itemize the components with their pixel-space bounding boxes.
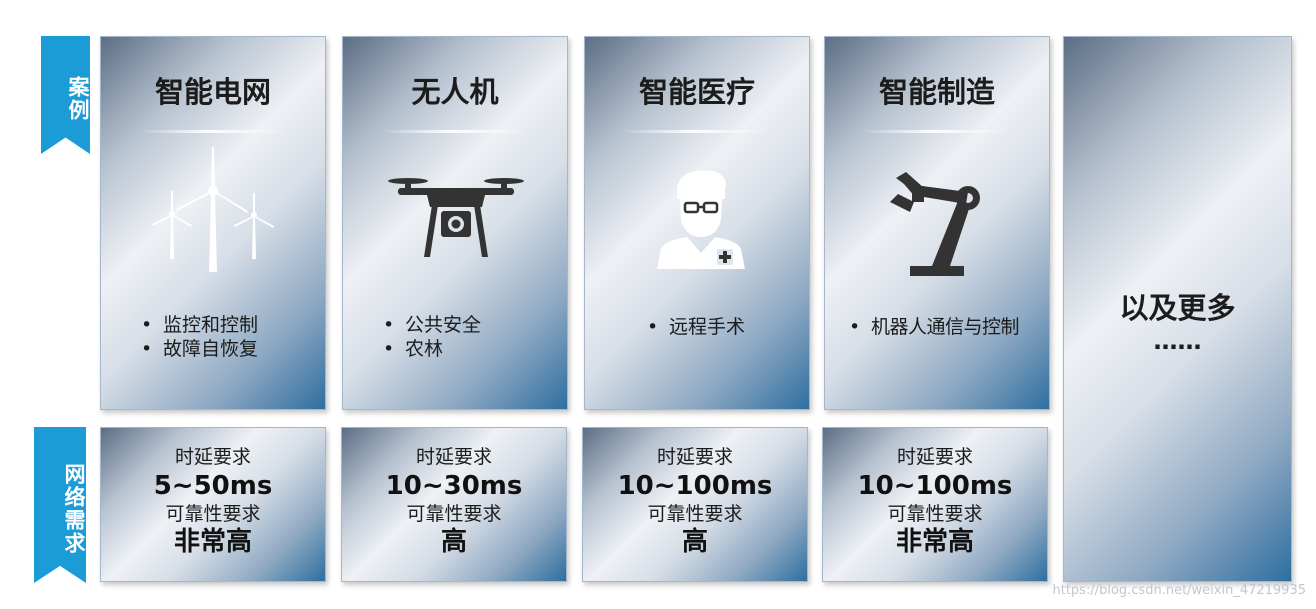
reliability-value: 高 [440, 527, 467, 557]
title-divider [623, 130, 771, 133]
latency-label: 时延要求 [656, 446, 733, 468]
case-card-drone: 无人机 公共安全 农林 [342, 36, 568, 410]
latency-value: 10~30ms [385, 471, 523, 501]
list-item: 机器人通信与控制 [849, 315, 1020, 339]
case-bullets: 公共安全 农林 [383, 313, 481, 361]
case-bullets: 监控和控制 故障自恢复 [141, 313, 258, 361]
list-item: 监控和控制 [141, 313, 258, 337]
case-title: 无人机 [411, 75, 499, 109]
reliability-label: 可靠性要求 [887, 503, 983, 525]
requirement-card: 时延要求 10~100ms 可靠性要求 高 [582, 427, 808, 582]
network-requirements-label: 网络需求 [34, 427, 86, 583]
title-divider [863, 130, 1011, 133]
case-title: 智能电网 [154, 75, 271, 109]
case-bullets: 远程手术 [647, 315, 745, 339]
wind-turbine-icon [152, 147, 274, 272]
watermark: https://blog.csdn.net/weixin_47219935 [1052, 583, 1306, 598]
requirement-card: 时延要求 5~50ms 可靠性要求 非常高 [100, 427, 326, 582]
case-title: 智能制造 [878, 75, 995, 109]
list-item: 公共安全 [383, 313, 481, 337]
doctor-icon [657, 170, 745, 269]
case-card-smart-grid: 智能电网 监控和控制 故障自恢复 [100, 36, 326, 410]
requirement-card: 时延要求 10~100ms 可靠性要求 非常高 [822, 427, 1048, 582]
reliability-value: 非常高 [173, 527, 252, 557]
title-divider [139, 130, 287, 133]
case-title: 智能医疗 [638, 75, 755, 109]
drone-icon [388, 178, 524, 257]
case-card-smart-manufacturing: 智能制造 机器人通信与控制 [824, 36, 1050, 410]
reliability-value: 非常高 [895, 527, 974, 557]
latency-label: 时延要求 [415, 446, 492, 468]
reliability-label: 可靠性要求 [406, 503, 502, 525]
robot-arm-icon [890, 172, 980, 276]
reliability-label: 可靠性要求 [647, 503, 743, 525]
requirement-card: 时延要求 10~30ms 可靠性要求 高 [341, 427, 567, 582]
list-item: 远程手术 [647, 315, 745, 339]
reliability-value: 高 [681, 527, 708, 557]
latency-value: 5~50ms [153, 471, 273, 501]
cases-label: 案例 [41, 36, 90, 154]
more-ellipsis: …… [1153, 327, 1202, 355]
latency-label: 时延要求 [174, 446, 251, 468]
latency-label: 时延要求 [896, 446, 973, 468]
reliability-label: 可靠性要求 [165, 503, 261, 525]
list-item: 故障自恢复 [141, 337, 258, 361]
more-title: 以及更多 [1119, 291, 1236, 325]
list-item: 农林 [383, 337, 481, 361]
more-card: 以及更多 …… [1063, 36, 1292, 582]
case-card-smart-healthcare: 智能医疗 远程手术 [584, 36, 810, 410]
latency-value: 10~100ms [617, 471, 773, 501]
latency-value: 10~100ms [857, 471, 1013, 501]
title-divider [381, 130, 529, 133]
case-bullets: 机器人通信与控制 [849, 315, 1020, 339]
